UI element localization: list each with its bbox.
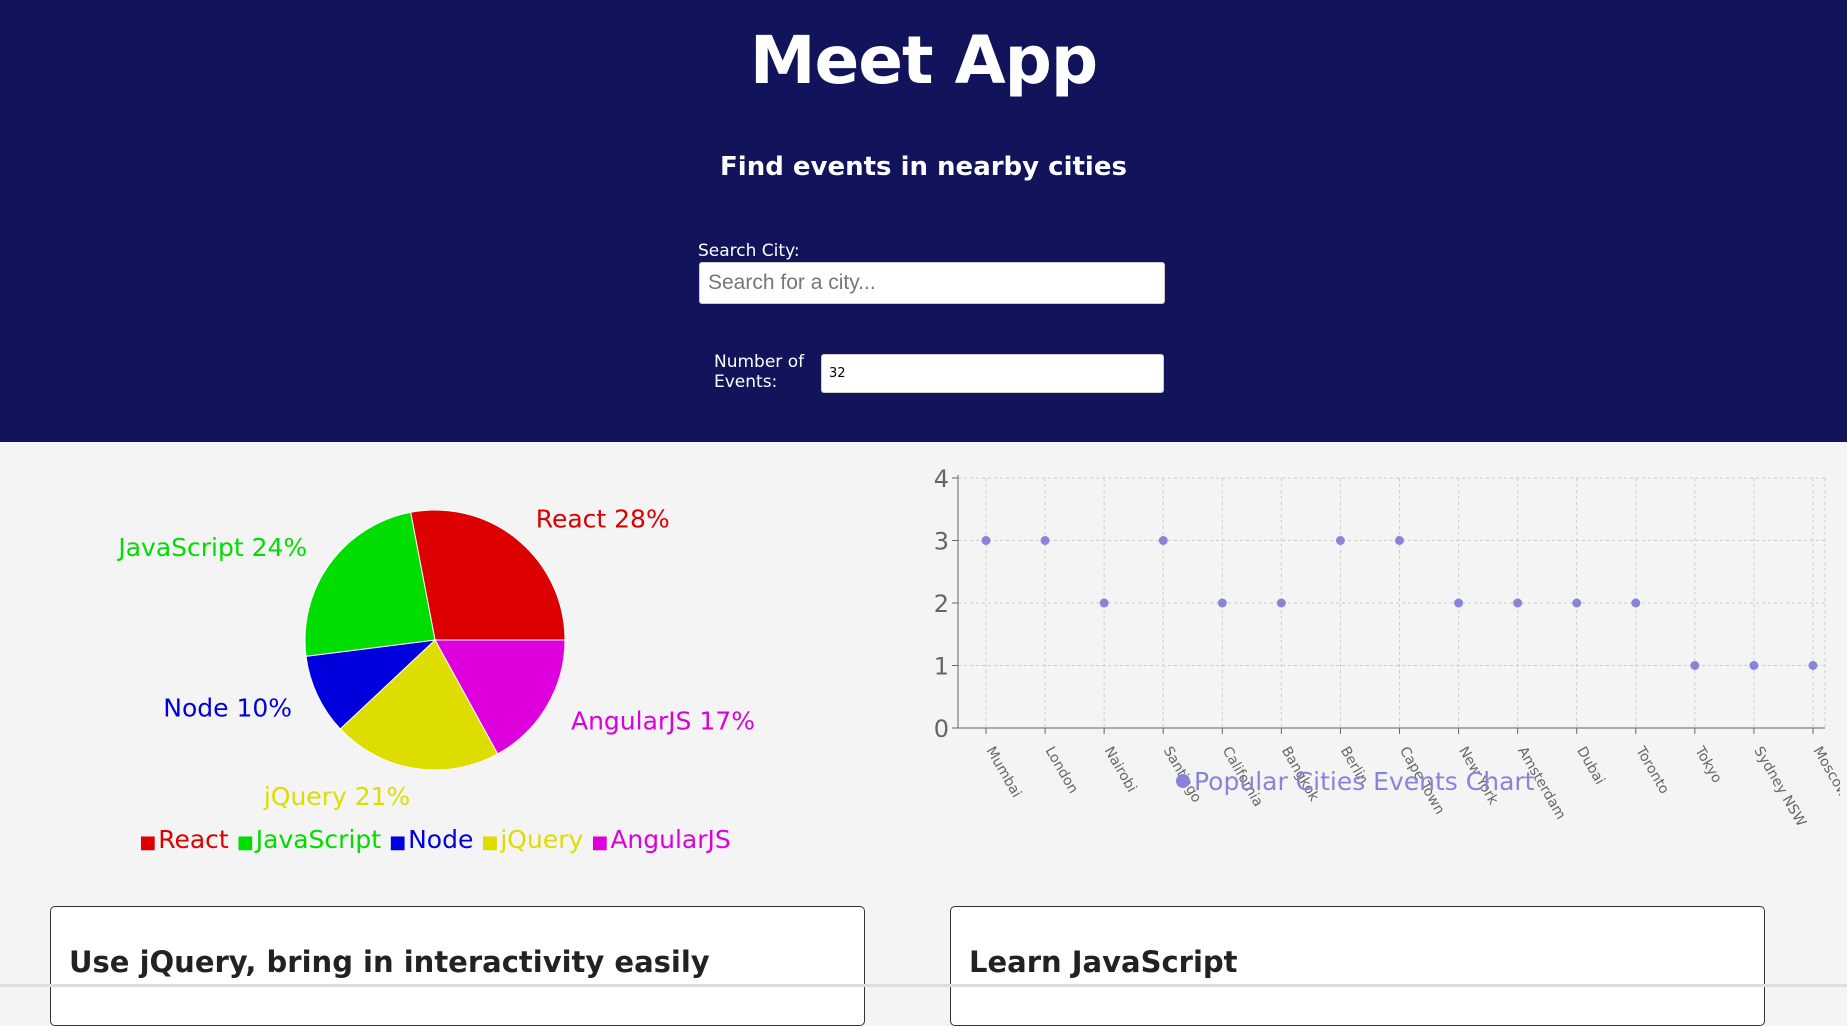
y-tick-label: 2	[934, 590, 949, 618]
event-title: Learn JavaScript	[969, 945, 1238, 979]
y-tick-label: 1	[934, 653, 949, 681]
legend-item-node[interactable]: Node	[408, 825, 473, 854]
scatter-point[interactable]	[1513, 598, 1523, 608]
x-tick-label: Sydney NSW	[1750, 744, 1809, 830]
y-tick-label: 3	[934, 528, 949, 556]
scatter-point[interactable]	[1040, 536, 1050, 545]
x-tick-label: Toronto	[1632, 743, 1672, 797]
scatter-point[interactable]	[981, 536, 991, 545]
x-tick-label: Nairobi	[1101, 744, 1140, 795]
legend-swatch-javascript: ■	[237, 832, 254, 853]
event-card-javascript[interactable]: Learn JavaScript	[950, 906, 1765, 1026]
legend-item-jquery[interactable]: jQuery	[499, 825, 583, 854]
legend-item-javascript[interactable]: JavaScript	[254, 825, 382, 854]
genre-pie-chart: React 28% AngularJS 17% jQuery 21% Node 10%…	[116, 504, 755, 854]
scatter-point[interactable]	[1099, 598, 1109, 608]
x-tick-label: Moscow	[1810, 744, 1840, 800]
scatter-point[interactable]	[1454, 598, 1464, 608]
scatter-point[interactable]	[1572, 598, 1582, 608]
scatter-grid	[958, 477, 1826, 728]
pie-label-javascript: JavaScript 24%	[116, 533, 307, 562]
scatter-legend-label: Popular Cities Events Chart	[1194, 767, 1535, 796]
city-events-scatter-chart: 01234MumbaiLondonNairobiSantiagoCaliforn…	[934, 465, 1840, 830]
search-city-label: Search City:	[698, 241, 800, 261]
scatter-point[interactable]	[1808, 661, 1818, 670]
legend-swatch-jquery: ■	[481, 832, 498, 853]
scatter-point[interactable]	[1395, 536, 1404, 545]
x-tick-label: London	[1042, 744, 1082, 796]
scatter-point[interactable]	[1690, 661, 1700, 670]
legend-swatch-react: ■	[139, 832, 156, 853]
scatter-point[interactable]	[1217, 598, 1227, 608]
app-header: Meet App Find events in nearby cities Se…	[0, 0, 1847, 442]
y-tick-label: 4	[934, 465, 949, 493]
pie-label-node: Node 10%	[163, 693, 292, 722]
legend-swatch-angularjs: ■	[591, 832, 608, 853]
scatter-point[interactable]	[1335, 536, 1345, 545]
x-tick-label: Tokyo	[1691, 743, 1725, 786]
scatter-legend-marker	[1176, 774, 1190, 788]
app-subtitle: Find events in nearby cities	[720, 152, 1127, 182]
legend-item-angularjs[interactable]: AngularJS	[610, 825, 730, 854]
y-tick-label: 0	[934, 715, 949, 743]
number-of-events-input[interactable]	[821, 354, 1164, 393]
scatter-point[interactable]	[1631, 598, 1641, 608]
number-of-events-label: Number of Events:	[714, 352, 805, 392]
pie-legend: ■React ■JavaScript ■Node ■jQuery ■AngularJS	[139, 825, 731, 854]
pie-label-jquery: jQuery 21%	[263, 782, 410, 811]
legend-swatch-node: ■	[389, 832, 406, 853]
x-tick-label: Mumbai	[983, 744, 1025, 800]
legend-item-react[interactable]: React	[158, 825, 229, 854]
scatter-point[interactable]	[1749, 661, 1759, 670]
x-tick-label: Dubai	[1573, 744, 1607, 788]
scatter-point[interactable]	[1276, 598, 1286, 608]
scatter-point[interactable]	[1158, 536, 1168, 545]
search-city-input[interactable]	[699, 262, 1165, 304]
event-card-jquery[interactable]: Use jQuery, bring in interactivity easil…	[50, 906, 865, 1026]
event-title: Use jQuery, bring in interactivity easil…	[69, 945, 710, 979]
pie-label-angularjs: AngularJS 17%	[571, 706, 755, 735]
app-title: Meet App	[749, 22, 1098, 99]
pie-label-react: React 28%	[536, 504, 670, 533]
